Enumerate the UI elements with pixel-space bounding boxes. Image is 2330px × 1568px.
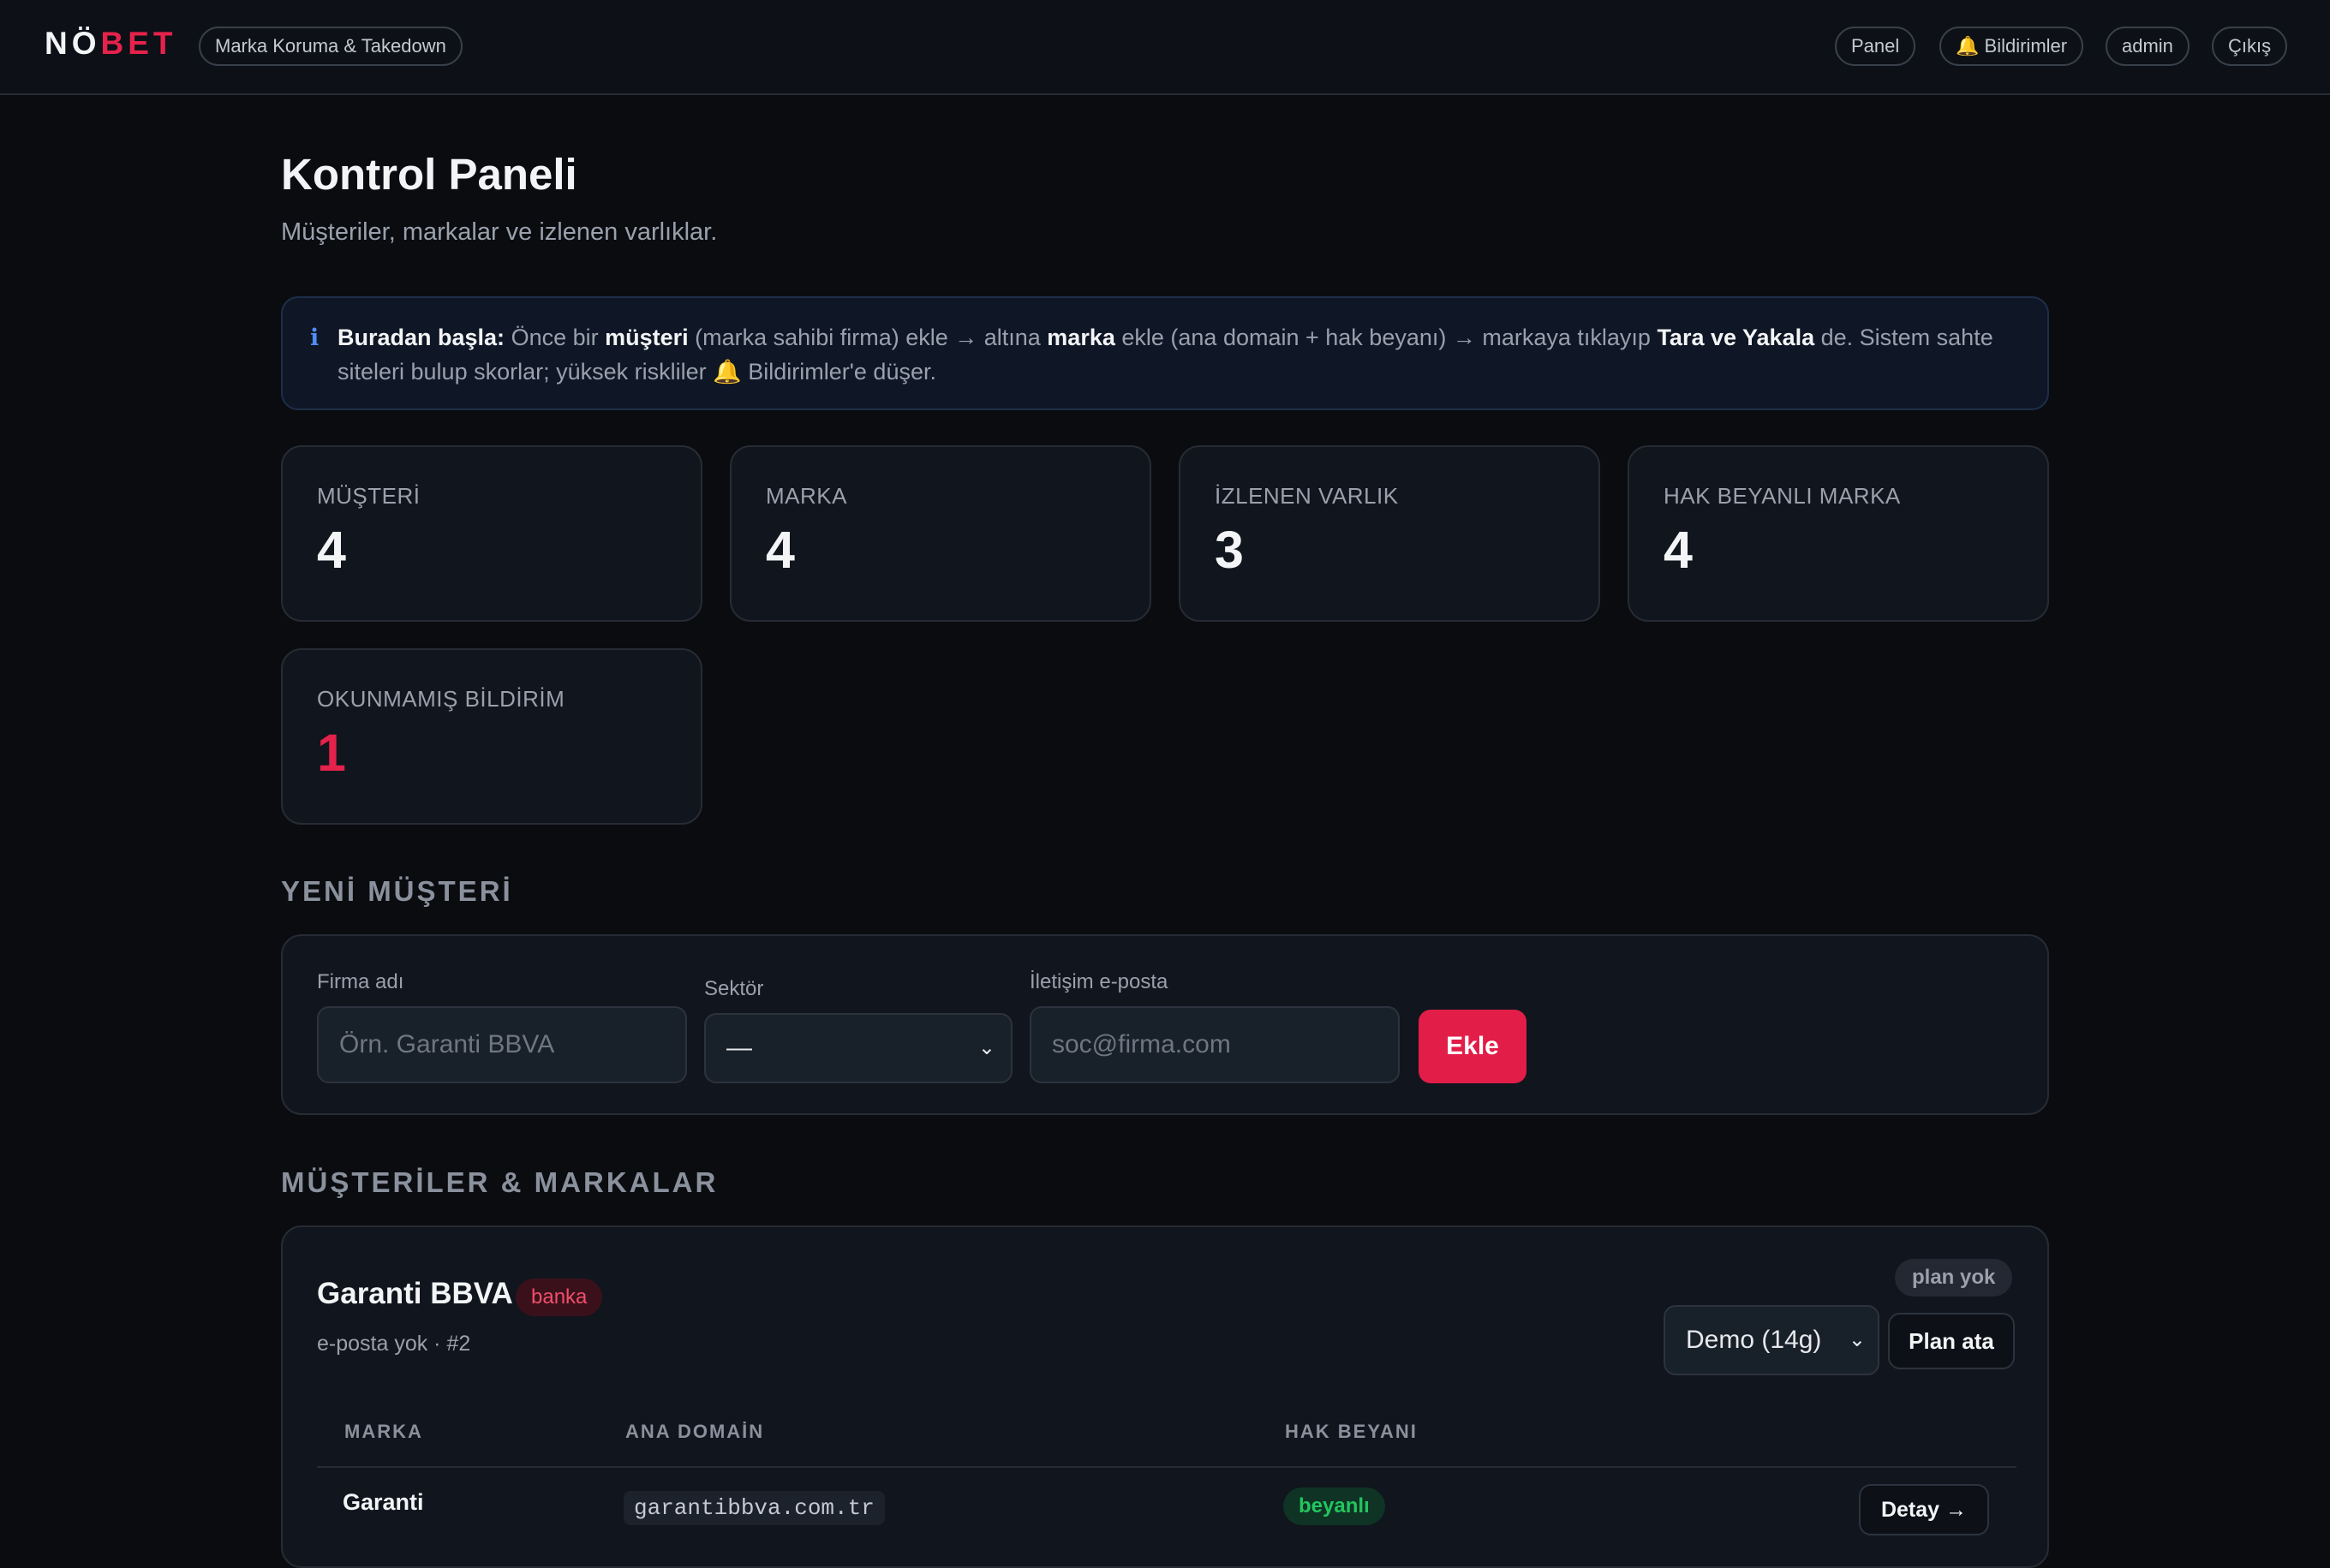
info-text-3: ekle (ana domain + hak beyanı) → markaya… (1114, 325, 1658, 350)
nav-panel-link[interactable]: Panel (1835, 27, 1916, 66)
stat-label: HAK BEYANLI MARKA (1664, 483, 1901, 509)
company-name-input[interactable] (317, 1006, 687, 1083)
stat-card-claimed-brands: HAK BEYANLI MARKA 4 (1628, 445, 2049, 622)
chevron-down-icon: ⌄ (977, 1036, 995, 1059)
email-input[interactable] (1030, 1006, 1400, 1083)
stat-label: MARKA (766, 483, 847, 509)
nav-logout-link[interactable]: Çıkış (2212, 27, 2288, 66)
info-lead: Buradan başla: (338, 325, 505, 350)
logo-text-part1: NÖ (45, 26, 101, 61)
plan-status-badge: plan yok (1895, 1259, 2013, 1297)
stat-card-brands: MARKA 4 (730, 445, 1151, 622)
stat-value: 4 (1664, 521, 1693, 579)
column-header-brand: MARKA (344, 1421, 423, 1442)
client-card: Garanti BBVA banka e-posta yok · #2 plan… (281, 1225, 2049, 1568)
info-icon: ℹ (310, 325, 320, 350)
company-name-label: Firma adı (317, 970, 404, 993)
info-bold-brand: marka (1047, 325, 1115, 350)
stat-card-clients: MÜŞTERİ 4 (281, 445, 702, 622)
sector-selected-value: — (726, 1034, 752, 1062)
stat-value: 4 (317, 521, 346, 579)
info-bold-scan: Tara ve Yakala (1657, 325, 1815, 350)
add-client-button[interactable]: Ekle (1419, 1010, 1526, 1083)
page-title: Kontrol Paneli (281, 150, 577, 199)
page-subtitle: Müşteriler, markalar ve izlenen varlıkla… (281, 218, 718, 246)
info-text-2: (marka sahibi firma) ekle → altına (688, 325, 1048, 350)
top-bar: NÖBET Marka Koruma & Takedown Panel 🔔 Bi… (0, 0, 2330, 95)
getting-started-info: ℹ Buradan başla: Önce bir müşteri (marka… (281, 296, 2049, 410)
claim-status-badge: beyanlı (1283, 1488, 1385, 1525)
brand-name-cell[interactable]: Garanti (343, 1489, 424, 1516)
stat-label: İZLENEN VARLIK (1215, 483, 1399, 509)
info-bold-client: müşteri (605, 325, 689, 350)
client-name: Garanti BBVA (317, 1277, 513, 1310)
email-label: İletişim e-posta (1030, 970, 1168, 993)
logo[interactable]: NÖBET (45, 26, 177, 62)
nav-notifications-label: Bildirimler (1984, 35, 2068, 57)
sector-label: Sektör (704, 977, 764, 1000)
sector-badge: banka (516, 1279, 603, 1316)
assign-plan-button[interactable]: Plan ata (1888, 1313, 2015, 1369)
nav-notifications-link[interactable]: 🔔 Bildirimler (1939, 27, 2084, 66)
stat-label: OKUNMAMIŞ BİLDİRİM (317, 686, 565, 712)
stat-value: 4 (766, 521, 795, 579)
table-divider (317, 1466, 2016, 1468)
stat-card-monitored-assets: İZLENEN VARLIK 3 (1179, 445, 1600, 622)
chevron-down-icon: ⌄ (1848, 1328, 1866, 1351)
client-meta: e-posta yok · #2 (317, 1332, 471, 1356)
info-text-1: Önce bir (505, 325, 606, 350)
nav-admin-link[interactable]: admin (2106, 27, 2190, 66)
domain-cell: garantibbva.com.tr (624, 1491, 885, 1525)
column-header-claim: HAK BEYANI (1285, 1421, 1418, 1442)
stat-value: 1 (317, 724, 346, 782)
stat-label: MÜŞTERİ (317, 483, 421, 509)
column-header-domain: ANA DOMAİN (625, 1421, 765, 1442)
product-tag: Marka Koruma & Takedown (199, 27, 463, 66)
stat-card-unread-notifications[interactable]: OKUNMAMIŞ BİLDİRİM 1 (281, 648, 702, 825)
section-title-new-client: YENİ MÜŞTERİ (281, 875, 513, 907)
bell-icon: 🔔 (1956, 35, 1980, 57)
section-title-clients-brands: MÜŞTERİLER & MARKALAR (281, 1166, 719, 1198)
brand-detail-button[interactable]: Detay → (1859, 1484, 1989, 1535)
plan-selected-value: Demo (14g) (1686, 1326, 1822, 1354)
stat-value: 3 (1215, 521, 1244, 579)
logo-text-part2: BET (100, 26, 177, 61)
sector-select[interactable]: — ⌄ (704, 1013, 1013, 1083)
new-client-form: Firma adı Sektör — ⌄ İletişim e-posta Ek… (281, 934, 2049, 1115)
plan-select[interactable]: Demo (14g) ⌄ (1664, 1305, 1879, 1375)
